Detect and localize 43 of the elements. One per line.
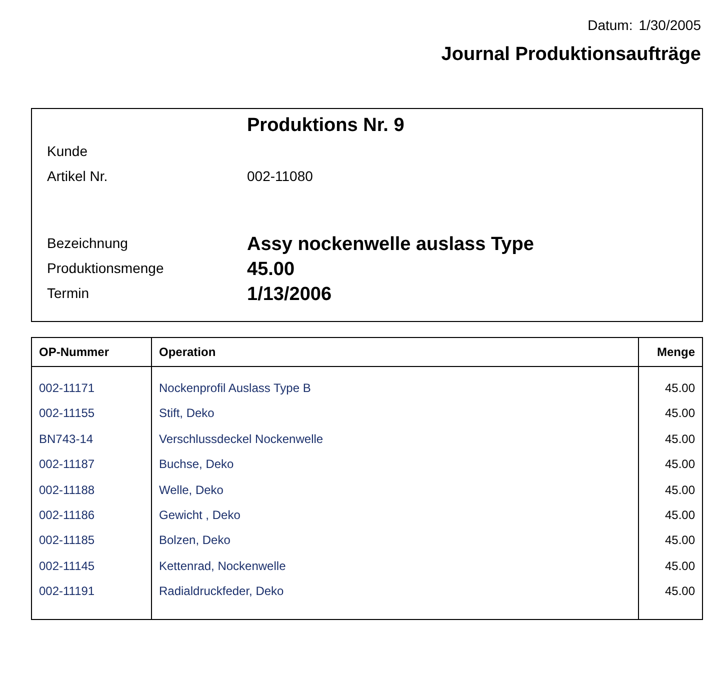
report-title: Journal Produktionsaufträge <box>441 44 701 66</box>
table-cell-text: 002-11186 <box>38 506 96 524</box>
table-cell-text: 002-11187 <box>38 456 96 474</box>
table-cell-text: 002-11155 <box>38 405 96 422</box>
table-cell-text: 45.00 <box>664 532 696 550</box>
table-cell-text: Verschlussdeckel Nockenwelle <box>158 430 324 448</box>
field-label: Artikel Nr. <box>47 167 109 186</box>
field-value: 1/13/2006 <box>247 284 333 307</box>
table-cell-text: Nockenprofil Auslass Type B <box>158 380 312 397</box>
table-cell-text: 45.00 <box>664 583 696 600</box>
table-cell-text: 45.00 <box>664 506 696 524</box>
table-cell-text: 45.00 <box>664 482 696 499</box>
table-cell-text: Kettenrad, Nockenwelle <box>158 558 287 575</box>
table-cell-text: Radialdruckfeder, Deko <box>158 583 285 600</box>
column-header: Operation <box>152 338 638 367</box>
table-cell-text: 45.00 <box>664 456 696 474</box>
field-value: 002-11080 <box>247 167 314 186</box>
table-cell-text: 002-11145 <box>38 558 96 575</box>
field-label: Produktionsmenge <box>47 259 165 278</box>
table-cell-text: BN743-14 <box>38 430 94 448</box>
table-cell-text: 002-11185 <box>38 532 96 550</box>
table-cell-text: 45.00 <box>664 380 696 397</box>
table-cell-text: Stift, Deko <box>158 405 216 422</box>
field-label: Bezeichnung <box>47 234 129 253</box>
table-cell-text: 002-11188 <box>38 482 96 499</box>
table-cell-text: 45.00 <box>664 558 696 575</box>
table-cell-text: 45.00 <box>664 405 696 422</box>
table-cell-text: Buchse, Deko <box>158 456 235 474</box>
table-cell-text: 002-11171 <box>38 380 96 397</box>
table-cell-text: Welle, Deko <box>158 482 224 499</box>
column-header: OP-Nummer <box>32 338 151 367</box>
field-value: Assy nockenwelle auslass Type <box>247 234 535 257</box>
field-label: Kunde <box>47 142 88 161</box>
table-cell-text: Bolzen, Deko <box>158 532 232 550</box>
date-value: 1/30/2005 <box>638 17 701 33</box>
field-value: 45.00 <box>247 259 296 282</box>
table-cell-text: 002-11191 <box>38 583 96 600</box>
order-title: Produktions Nr. 9 <box>247 115 406 138</box>
date-label: Datum: <box>588 17 633 33</box>
field-label: Termin <box>47 284 90 303</box>
table-cell-text: Gewicht , Deko <box>158 506 242 524</box>
column-header: Menge <box>639 338 702 367</box>
table-cell-text: 45.00 <box>664 430 696 448</box>
